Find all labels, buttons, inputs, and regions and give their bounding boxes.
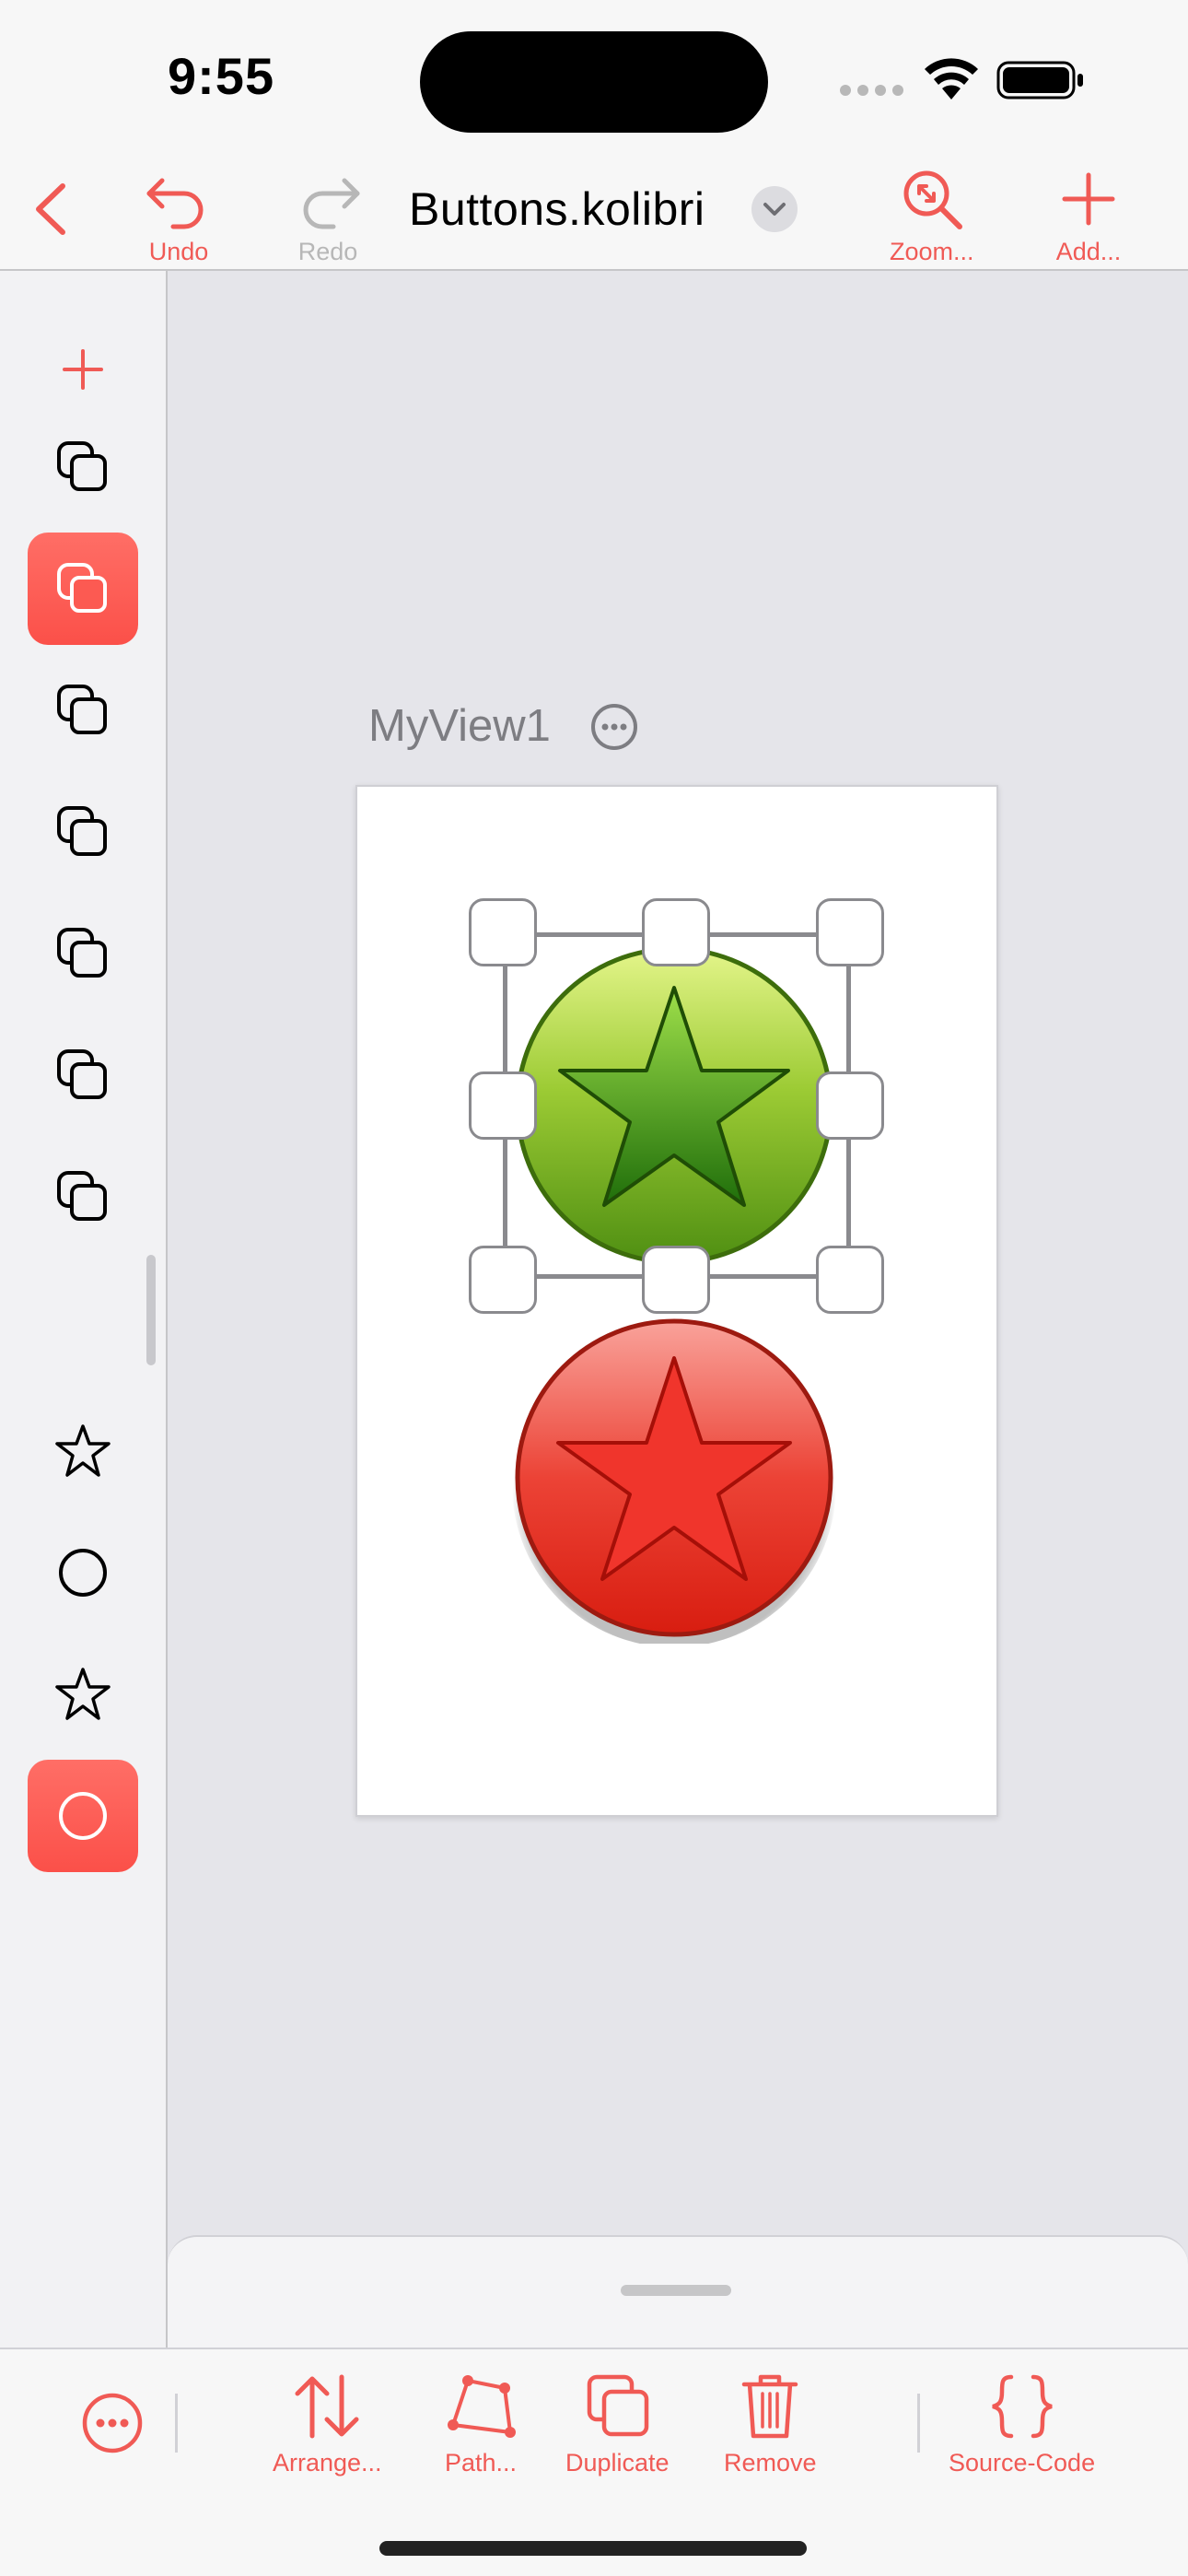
undo-button[interactable]: Undo	[142, 166, 215, 266]
ellipsis-circle-icon	[82, 2393, 143, 2453]
sidebar-layer-5[interactable]	[28, 897, 138, 1010]
layers-sidebar	[0, 271, 168, 2348]
resize-handle-bottom-left[interactable]	[469, 1246, 537, 1314]
circle-icon	[59, 1549, 107, 1597]
sidebar-scrollbar[interactable]	[146, 1255, 156, 1365]
toolbar-separator	[917, 2394, 920, 2453]
undo-label: Undo	[148, 238, 209, 265]
remove-label: Remove	[724, 2449, 817, 2476]
cellular-signal-icon	[840, 85, 904, 98]
arrange-label: Arrange...	[273, 2449, 382, 2476]
add-label: Add...	[1055, 238, 1122, 265]
plus-icon	[63, 349, 103, 390]
back-button[interactable]	[28, 177, 74, 241]
wifi-icon	[925, 58, 978, 100]
dynamic-island	[420, 31, 768, 133]
add-button[interactable]: Add...	[1054, 166, 1124, 266]
status-time: 9:55	[168, 47, 275, 105]
duplicate-label: Duplicate	[565, 2449, 670, 2476]
star-icon	[55, 1668, 111, 1720]
arrange-button[interactable]: Arrange...	[273, 2371, 382, 2477]
curly-braces-icon	[991, 2374, 1053, 2439]
sidebar-layer-7[interactable]	[28, 1141, 138, 1253]
sidebar-layer-1[interactable]	[28, 411, 138, 523]
resize-handle-top-right[interactable]	[816, 898, 884, 966]
circle-icon	[59, 1792, 107, 1840]
redo-button[interactable]: Redo	[291, 166, 365, 266]
zoom-button[interactable]: Zoom...	[890, 166, 974, 266]
redo-label: Redo	[297, 238, 358, 265]
sheet-grabber[interactable]	[621, 2285, 731, 2296]
sidebar-add-layer[interactable]	[28, 313, 138, 426]
chevron-left-icon	[36, 183, 65, 235]
sidebar-layer-2[interactable]	[28, 533, 138, 645]
arrange-arrows-icon	[295, 2374, 359, 2439]
redo-icon	[303, 178, 360, 229]
sidebar-layer-6[interactable]	[28, 1019, 138, 1131]
top-toolbar: Undo Redo Buttons.kolibri Zoom... Add...	[0, 157, 1188, 271]
path-label: Path...	[444, 2449, 518, 2476]
source-code-button[interactable]: Source-Code	[949, 2371, 1095, 2477]
path-button[interactable]: Path...	[442, 2371, 519, 2477]
layers-icon	[57, 685, 107, 734]
resize-handle-right[interactable]	[816, 1071, 884, 1140]
view-name-label[interactable]: MyView1	[368, 700, 551, 752]
sidebar-layer-4[interactable]	[28, 776, 138, 888]
undo-icon	[146, 178, 204, 229]
layers-icon	[57, 1171, 107, 1221]
document-title[interactable]: Buttons.kolibri	[409, 182, 705, 236]
layers-icon	[57, 441, 107, 491]
zoom-label: Zoom...	[890, 238, 974, 265]
resize-handle-top[interactable]	[642, 898, 710, 966]
toolbar-separator	[175, 2394, 178, 2453]
sidebar-shape-circle-1[interactable]	[28, 1516, 138, 1629]
view-options-icon[interactable]	[589, 702, 639, 752]
layers-icon	[57, 806, 107, 856]
document-menu-button[interactable]	[751, 186, 798, 232]
sidebar-layer-3[interactable]	[28, 654, 138, 767]
star-icon	[55, 1424, 111, 1477]
resize-handle-bottom-right[interactable]	[816, 1246, 884, 1314]
layers-icon	[57, 563, 107, 613]
sidebar-shape-star-2[interactable]	[28, 1638, 138, 1751]
red-star-button[interactable]	[510, 1316, 838, 1644]
selection-outline	[503, 932, 851, 1279]
source-code-label: Source-Code	[949, 2449, 1096, 2476]
duplicate-button[interactable]: Duplicate	[565, 2371, 670, 2477]
duplicate-icon	[588, 2374, 649, 2437]
battery-icon	[996, 61, 1083, 100]
layers-icon	[57, 928, 107, 978]
home-indicator[interactable]	[379, 2541, 807, 2556]
trash-icon	[742, 2374, 798, 2439]
resize-handle-top-left[interactable]	[469, 898, 537, 966]
resize-handle-left[interactable]	[469, 1071, 537, 1140]
plus-icon	[1062, 172, 1115, 226]
sidebar-shape-star-1[interactable]	[28, 1395, 138, 1507]
path-icon	[448, 2375, 516, 2438]
more-button[interactable]	[79, 2390, 146, 2456]
remove-button[interactable]: Remove	[724, 2371, 817, 2477]
resize-handle-bottom[interactable]	[642, 1246, 710, 1314]
sidebar-shape-circle-2[interactable]	[28, 1760, 138, 1872]
zoom-icon	[903, 170, 962, 229]
layers-icon	[57, 1049, 107, 1099]
chevron-down-icon	[763, 203, 786, 216]
